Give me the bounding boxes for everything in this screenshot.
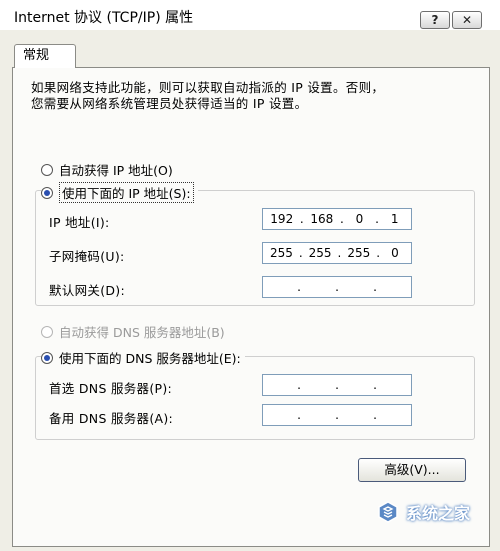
- alternate-dns-label: 备用 DNS 服务器(A):: [49, 411, 174, 426]
- description-line-2: 您需要从网络系统管理员处获得适当的 IP 设置。: [31, 96, 308, 111]
- manual-ip-radio-option[interactable]: 使用下面的 IP 地址(S):: [41, 182, 198, 203]
- dns-server-group: [35, 356, 475, 440]
- octet: 192: [270, 212, 294, 226]
- manual-ip-radio[interactable]: [41, 186, 53, 199]
- close-button[interactable]: ✕: [452, 11, 482, 29]
- auto-ip-radio-option[interactable]: 自动获得 IP 地址(O): [41, 160, 177, 179]
- dot: .: [297, 280, 301, 294]
- dot: .: [297, 378, 301, 392]
- title-bar: Internet 协议 (TCP/IP) 属性 ? ✕: [0, 0, 500, 30]
- watermark-logo-icon: [378, 501, 398, 523]
- dot: .: [298, 246, 303, 260]
- preferred-dns-input[interactable]: . . .: [262, 374, 412, 396]
- octet: 255: [308, 246, 332, 260]
- dot: .: [376, 246, 381, 260]
- octet: 0: [391, 246, 399, 260]
- watermark: 系统之家: [376, 500, 470, 524]
- dot: .: [335, 408, 339, 422]
- subnet-mask-input[interactable]: 255. 255. 255. 0: [262, 242, 412, 264]
- dot: .: [339, 212, 344, 226]
- auto-dns-radio[interactable]: [41, 325, 53, 338]
- default-gateway-input[interactable]: . . .: [262, 276, 412, 298]
- dot: .: [373, 280, 377, 294]
- subnet-mask-label: 子网掩码(U):: [49, 249, 125, 264]
- default-gateway-label: 默认网关(D):: [49, 283, 125, 298]
- dot: .: [299, 212, 304, 226]
- auto-dns-label: 自动获得 DNS 服务器地址(B): [59, 325, 225, 340]
- window-title: Internet 协议 (TCP/IP) 属性: [14, 10, 194, 26]
- dot: .: [335, 280, 339, 294]
- manual-dns-radio-option[interactable]: 使用下面的 DNS 服务器地址(E):: [41, 348, 245, 367]
- manual-dns-radio[interactable]: [41, 351, 53, 364]
- octet: 168: [310, 212, 334, 226]
- octet: 255: [347, 246, 371, 260]
- general-panel: 如果网络支持此功能，则可以获取自动指派的 IP 设置。否则， 您需要从网络系统管…: [12, 67, 490, 547]
- dot: .: [373, 408, 377, 422]
- tab-general[interactable]: 常规: [14, 44, 76, 68]
- dot: .: [375, 212, 379, 226]
- dot: .: [373, 378, 377, 392]
- ip-address-label: IP 地址(I):: [49, 215, 110, 230]
- alternate-dns-input[interactable]: . . .: [262, 404, 412, 426]
- octet: 255: [269, 246, 293, 260]
- advanced-button[interactable]: 高级(V)...: [358, 458, 466, 482]
- description-line-1: 如果网络支持此功能，则可以获取自动指派的 IP 设置。否则，: [31, 80, 385, 95]
- octet: 1: [390, 212, 399, 226]
- manual-dns-label: 使用下面的 DNS 服务器地址(E):: [59, 351, 241, 366]
- dot: .: [335, 378, 339, 392]
- description-text: 如果网络支持此功能，则可以获取自动指派的 IP 设置。否则， 您需要从网络系统管…: [31, 80, 471, 112]
- preferred-dns-label: 首选 DNS 服务器(P):: [49, 381, 173, 396]
- watermark-text: 系统之家: [406, 504, 471, 523]
- manual-ip-label: 使用下面的 IP 地址(S):: [59, 182, 194, 203]
- auto-dns-radio-option[interactable]: 自动获得 DNS 服务器地址(B): [41, 322, 229, 341]
- octet: 0: [355, 212, 364, 226]
- dialog-body: 常规 如果网络支持此功能，则可以获取自动指派的 IP 设置。否则， 您需要从网络…: [0, 30, 500, 551]
- dot: .: [337, 246, 342, 260]
- auto-ip-label: 自动获得 IP 地址(O): [59, 163, 173, 178]
- dot: .: [297, 408, 301, 422]
- help-button[interactable]: ?: [420, 11, 450, 29]
- ip-address-input[interactable]: 192. 168. 0. 1: [262, 208, 412, 230]
- auto-ip-radio[interactable]: [41, 163, 53, 176]
